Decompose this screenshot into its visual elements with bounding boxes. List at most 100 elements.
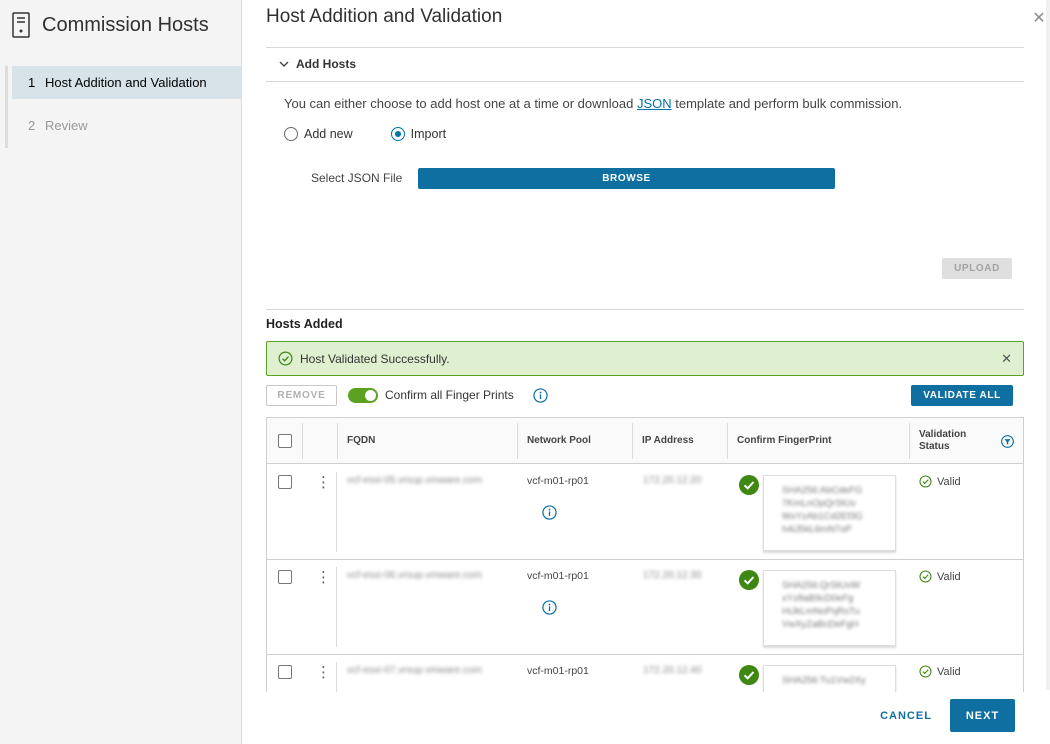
column-divider <box>336 472 337 552</box>
column-header-fqdn[interactable]: FQDN <box>337 423 518 459</box>
fingerprint-box: SHA256:AbCdeFG 7KmLnOpQrStUv WxYzAb1Cd2E… <box>763 475 896 551</box>
column-header-network-pool[interactable]: Network Pool <box>517 423 631 459</box>
fingerprint-confirmed-icon[interactable] <box>739 665 759 685</box>
table-row: ⋮ vcf-esxi-07.vrsup.vmware.com vcf-m01-r… <box>267 655 1023 692</box>
intro-text-end: template and perform bulk commission. <box>671 96 903 111</box>
fingerprint-box: SHA256:Tu1Vw2Xy <box>763 665 896 692</box>
status-text: Valid <box>937 475 961 488</box>
divider <box>266 309 1024 310</box>
accordion-add-hosts[interactable]: Add Hosts <box>278 57 356 71</box>
row-ip-address: 172.20.12.20 <box>643 475 702 486</box>
fingerprint-line: 7KmLnOpQrStUv <box>782 498 856 509</box>
select-all-cell <box>269 418 292 464</box>
success-alert: Host Validated Successfully. ✕ <box>266 341 1024 376</box>
column-divider <box>336 662 337 692</box>
row-validation-status: Valid <box>919 665 961 678</box>
column-header-ip-address[interactable]: IP Address <box>632 423 728 459</box>
step-number: 2 <box>28 118 36 133</box>
next-button[interactable]: NEXT <box>950 699 1015 732</box>
wizard-title: Commission Hosts <box>42 13 209 36</box>
fingerprint-line: xYz8aB9cD0eFg <box>782 593 854 604</box>
radio-import[interactable]: Import <box>390 127 447 141</box>
valid-check-icon <box>919 570 932 583</box>
scrollbar[interactable] <box>1046 0 1050 690</box>
row-actions-icon[interactable]: ⋮ <box>316 473 331 491</box>
upload-button[interactable]: UPLOAD <box>942 258 1012 279</box>
wizard-header: Commission Hosts <box>12 10 209 40</box>
remove-button[interactable]: REMOVE <box>266 385 337 406</box>
divider <box>266 81 1024 82</box>
fingerprint-confirmed-icon[interactable] <box>739 570 759 590</box>
fingerprint-line: WxYzAb1Cd2Ef3G <box>782 511 863 522</box>
radio-add-new[interactable]: Add new <box>284 127 353 141</box>
actions-header <box>302 423 338 459</box>
row-fqdn: vcf-esxi-05.vrsup.vmware.com <box>347 475 483 486</box>
step-number: 1 <box>28 75 36 90</box>
fingerprint-line: h4iJ5kL6mN7oP <box>782 524 852 535</box>
wizard-steps: 1 Host Addition and Validation 2 Review <box>5 66 242 148</box>
column-header-confirm-fingerprint[interactable]: Confirm FingerPrint <box>727 423 909 459</box>
confirm-fingerprints-toggle[interactable] <box>348 388 378 403</box>
intro-text: You can either choose to add host one at… <box>284 96 902 111</box>
filter-icon[interactable] <box>1001 435 1014 448</box>
radio-import-label: Import <box>410 127 447 141</box>
info-icon[interactable] <box>533 388 548 403</box>
table-header: FQDN Network Pool IP Address Confirm Fin… <box>267 418 1023 464</box>
row-ip-address: 172.20.12.40 <box>643 665 702 676</box>
fingerprint-line: SHA256:QrStUvW <box>782 580 861 591</box>
row-network-pool: vcf-m01-rp01 <box>527 570 589 582</box>
divider <box>266 47 1024 48</box>
confirm-fingerprints-label: Confirm all Finger Prints <box>385 388 514 402</box>
fingerprint-box: SHA256:QrStUvW xYz8aB9cD0eFg HiJkLmNoPqR… <box>763 570 896 646</box>
success-check-icon <box>278 351 293 366</box>
row-actions-icon[interactable]: ⋮ <box>316 663 331 681</box>
step-host-addition[interactable]: 1 Host Addition and Validation <box>12 66 242 99</box>
wizard-sidebar: Commission Hosts 1 Host Addition and Val… <box>0 0 242 744</box>
row-fqdn: vcf-esxi-07.vrsup.vmware.com <box>347 665 483 676</box>
alert-close-icon[interactable]: ✕ <box>1001 351 1012 367</box>
validate-all-button[interactable]: VALIDATE ALL <box>911 385 1013 406</box>
fingerprint-line: VwXyZaBcDeFgH <box>782 619 859 630</box>
intro-text-start: You can either choose to add host one at… <box>284 96 637 111</box>
select-all-checkbox[interactable] <box>278 434 292 448</box>
table-row: ⋮ vcf-esxi-06.vrsup.vmware.com vcf-m01-r… <box>267 560 1023 655</box>
json-template-link[interactable]: JSON <box>637 96 672 111</box>
step-review[interactable]: 2 Review <box>12 109 242 142</box>
cancel-button[interactable]: CANCEL <box>872 700 940 732</box>
row-network-pool: vcf-m01-rp01 <box>527 665 589 677</box>
info-icon[interactable] <box>542 600 557 615</box>
valid-check-icon <box>919 475 932 488</box>
column-divider <box>336 567 337 647</box>
status-text: Valid <box>937 570 961 583</box>
page-title: Host Addition and Validation <box>266 6 503 27</box>
row-ip-address: 172.20.12.30 <box>643 570 702 581</box>
radio-import-control[interactable] <box>390 127 405 141</box>
row-actions-icon[interactable]: ⋮ <box>316 568 331 586</box>
row-validation-status: Valid <box>919 475 961 488</box>
server-icon <box>12 12 30 38</box>
row-checkbox[interactable] <box>278 665 292 679</box>
row-checkbox[interactable] <box>278 475 292 489</box>
column-header-validation-status[interactable]: Validation Status <box>909 423 981 459</box>
fingerprint-confirmed-icon[interactable] <box>739 475 759 495</box>
info-icon[interactable] <box>542 505 557 520</box>
fingerprint-line: SHA256:AbCdeFG <box>782 485 863 496</box>
json-file-label: Select JSON File <box>311 171 403 185</box>
chevron-down-icon <box>279 61 289 67</box>
accordion-title: Add Hosts <box>296 57 356 71</box>
hosts-table: FQDN Network Pool IP Address Confirm Fin… <box>266 417 1024 692</box>
browse-button[interactable]: BROWSE <box>418 168 835 189</box>
row-fqdn: vcf-esxi-06.vrsup.vmware.com <box>347 570 483 581</box>
alert-text: Host Validated Successfully. <box>300 351 450 366</box>
add-mode-radio-group: Add new Import <box>284 127 484 141</box>
step-label: Review <box>45 118 88 133</box>
row-network-pool: vcf-m01-rp01 <box>527 475 589 487</box>
table-row: ⋮ vcf-esxi-05.vrsup.vmware.com vcf-m01-r… <box>267 465 1023 560</box>
row-checkbox[interactable] <box>278 570 292 584</box>
hosts-added-title: Hosts Added <box>266 317 343 331</box>
radio-add-new-control[interactable] <box>284 127 298 141</box>
fingerprint-line: SHA256:Tu1Vw2Xy <box>782 675 866 686</box>
status-text: Valid <box>937 665 961 678</box>
radio-add-new-label: Add new <box>304 127 353 141</box>
step-label: Host Addition and Validation <box>45 75 207 90</box>
